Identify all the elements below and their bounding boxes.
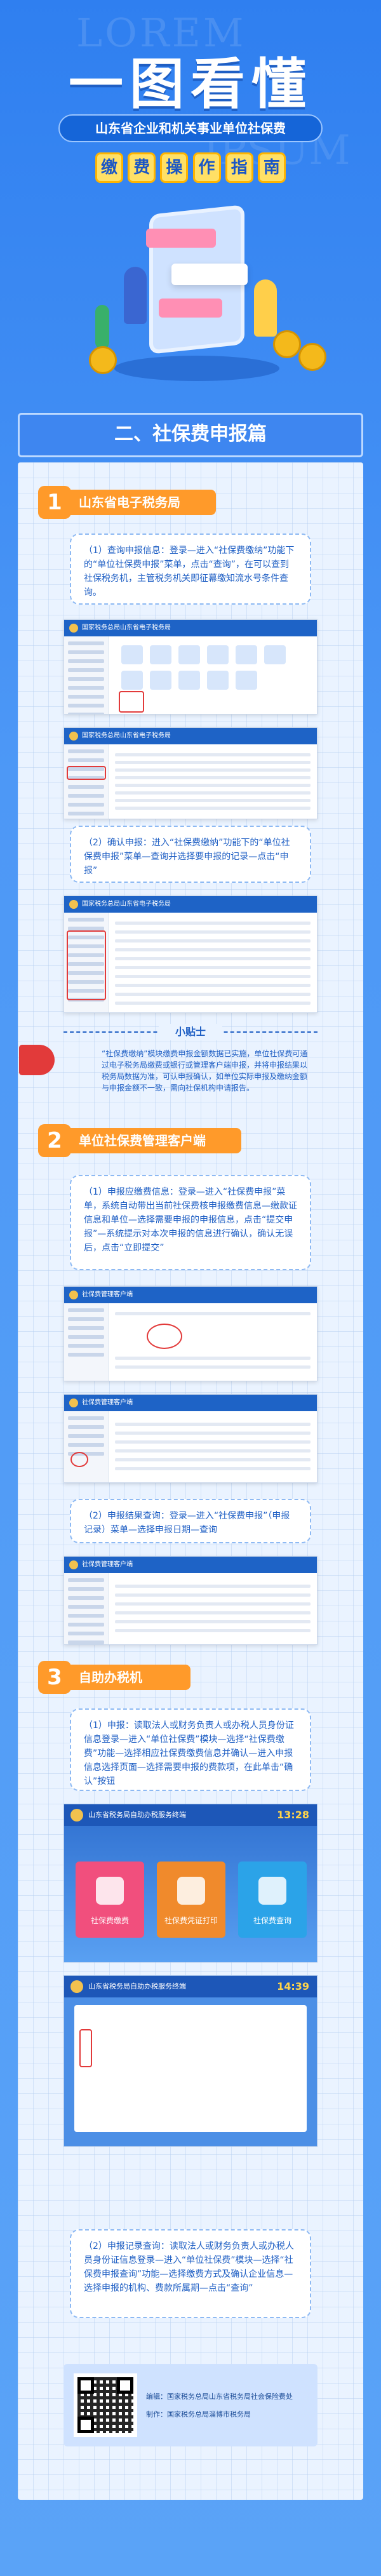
screenshot-title: 国家税务总局山东省电子税务局 [64, 896, 317, 913]
screenshot-etax-confirm: 国家税务总局山东省电子税务局 [64, 896, 318, 1013]
screenshot-title: 社保费管理客户端 [64, 1395, 317, 1411]
screenshot-kiosk-list: 山东省税务局自助办税服务终端 14:39 [64, 1975, 318, 2147]
plant-illustration [95, 305, 109, 349]
kiosk-title: 山东省税务局自助办税服务终端 14:39 [64, 1976, 317, 1997]
kiosk-tile: 社保费缴费 [76, 1862, 144, 1938]
kiosk-time: 14:39 [277, 1980, 309, 1992]
guide-char: 缴 [95, 152, 123, 183]
guide-char: 南 [257, 152, 286, 183]
section-label: 自助办税机 [64, 1665, 190, 1690]
step-note-kiosk-report: （1）申报：读取法人或财务负责人或办税人员身份证信息登录—进入“单位社保费”模块… [70, 1708, 311, 1791]
footer-editor: 编辑：国家税务总局山东省税务局社会保险费处 [146, 2392, 293, 2401]
illustration-card [171, 264, 248, 285]
screenshot-etax-query: 国家税务总局山东省电子税务局 [64, 619, 318, 714]
hero-banner: LOREM IPSUM 一图看懂 山东省企业和机关事业单位社保费 缴 费 操 作… [0, 0, 381, 406]
screenshot-client-home: 社保费管理客户端 [64, 1286, 318, 1381]
illustration-card [146, 229, 216, 248]
highlight-box [67, 766, 106, 780]
screenshot-etax-list: 国家税务总局山东省电子税务局 [64, 727, 318, 819]
tips-text: “社保费缴纳”模块缴费申报金额数据已实施，单位社保费可通过电子税务局缴费或银行或… [102, 1049, 308, 1092]
section-label: 单位社保费管理客户端 [64, 1128, 241, 1153]
page-subtitle: 山东省企业和机关事业单位社保费 [58, 114, 323, 142]
footer-producer: 制作：国家税务总局淄博市税务局 [146, 2410, 251, 2418]
screenshot-title: 国家税务总局山东省电子税务局 [64, 728, 317, 744]
screenshot-title: 社保费管理客户端 [64, 1557, 317, 1573]
tips-label: 小贴士 [159, 1024, 222, 1040]
illustration-card [159, 299, 222, 318]
kiosk-tile: 社保费查询 [238, 1862, 307, 1938]
guide-char: 操 [160, 152, 189, 183]
screenshot-title: 国家税务总局山东省电子税务局 [64, 620, 317, 636]
kiosk-time: 13:28 [277, 1809, 309, 1821]
section-banner: 二、社保费申报篇 [18, 413, 363, 457]
step-note-declare: （1）申报应缴费信息：登录—进入“社保费申报”菜单，系统自动带出当前社保费核申报… [70, 1175, 311, 1270]
screenshot-kiosk-home: 山东省税务局自助办税服务终端 13:28 社保费缴费 社保费凭证打印 社保费查询 [64, 1804, 318, 1962]
screenshot-client-declare: 社保费管理客户端 [64, 1394, 318, 1483]
tips-divider: 小贴士 [64, 1024, 318, 1040]
highlight-box [70, 1452, 88, 1467]
step-note-query: （1）查询申报信息：登录—进入“社保费缴纳”功能下的“单位社保费申报”菜单，点击… [70, 533, 311, 605]
section-number: 1 [38, 486, 71, 519]
step-note-record: （2）申报结果查询：登录—进入“社保费申报”（申报记录）菜单—选择申报日期—查询 [70, 1499, 311, 1543]
coin-illustration [89, 346, 117, 374]
page-title: 一图看懂 [69, 53, 312, 116]
guide-char: 费 [128, 152, 156, 183]
guide-char: 指 [225, 152, 253, 183]
highlight-box [67, 930, 106, 1000]
footer-credits: 编辑：国家税务总局山东省税务局社会保险费处 制作：国家税务总局淄博市税务局 [64, 2364, 318, 2446]
coin-illustration [298, 343, 326, 371]
kiosk-tile: 社保费凭证打印 [157, 1862, 225, 1938]
megaphone-icon [19, 1045, 55, 1075]
person-illustration [124, 267, 147, 324]
highlight-box [119, 691, 144, 713]
section-number: 3 [38, 1661, 71, 1694]
qr-code [74, 2373, 137, 2437]
step-note-confirm: （2）确认申报：进入“社保费缴纳”功能下的“单位社保费申报”菜单—查询并选择要申… [70, 826, 311, 883]
screenshot-client-record: 社保费管理客户端 [64, 1556, 318, 1645]
highlight-box [147, 1324, 182, 1349]
section-label: 山东省电子税务局 [64, 490, 216, 515]
highlight-box [79, 2029, 92, 2067]
step-note-kiosk-record: （2）申报记录查询：读取法人或财务负责人或办税人员身份证信息登录—进入“单位社保… [70, 2229, 311, 2318]
guide-title-chars: 缴 费 操 作 指 南 [95, 152, 286, 187]
coin-illustration [273, 330, 301, 358]
person-illustration [254, 279, 277, 337]
guide-char: 作 [192, 152, 221, 183]
illustration-base [114, 356, 279, 381]
kiosk-title: 山东省税务局自助办税服务终端 13:28 [64, 1804, 317, 1826]
section-number: 2 [38, 1124, 71, 1157]
screenshot-title: 社保费管理客户端 [64, 1287, 317, 1303]
